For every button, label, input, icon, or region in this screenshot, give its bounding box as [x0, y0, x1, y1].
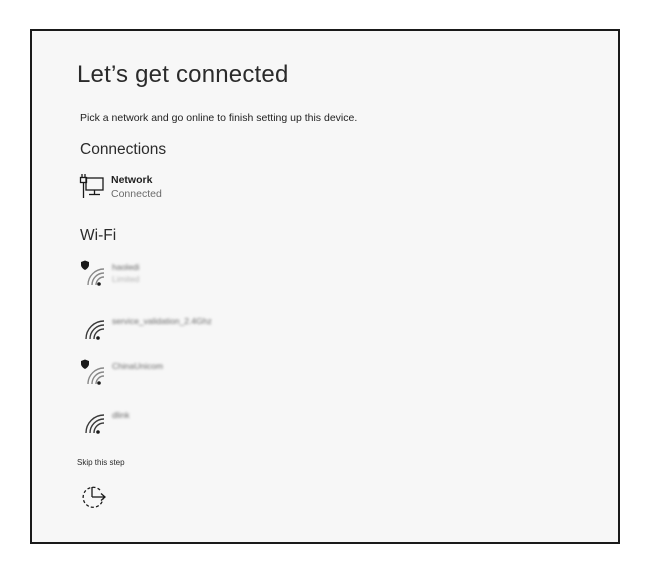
wifi-network-item[interactable]: dlink: [78, 406, 398, 440]
wifi-secured-icon: [81, 260, 105, 286]
skip-step-link[interactable]: Skip this step: [77, 458, 125, 467]
wifi-network-item[interactable]: service_validation_2.4Ghz: [78, 312, 398, 346]
wifi-ssid: ChinaUnicom: [112, 361, 164, 371]
connections-heading: Connections: [80, 141, 167, 158]
wifi-ssid: service_validation_2.4Ghz: [112, 316, 212, 326]
wifi-status: Limited: [112, 274, 140, 284]
page-subtitle: Pick a network and go online to finish s…: [80, 112, 358, 124]
wifi-heading: Wi-Fi: [80, 227, 117, 244]
wifi-secured-icon: [81, 359, 105, 385]
wifi-ssid: dlink: [112, 410, 130, 420]
wifi-network-item[interactable]: ChinaUnicom: [78, 357, 398, 391]
network-connection-item[interactable]: Network Connected: [78, 171, 378, 205]
wifi-ssid: haoledi: [112, 262, 140, 272]
wired-network-icon: [79, 174, 104, 198]
network-name: Network: [111, 174, 153, 186]
wifi-icon: [85, 414, 105, 434]
wifi-icon: [85, 320, 105, 340]
wifi-network-item[interactable]: haoledi Limited: [78, 258, 398, 292]
page-title: Let’s get connected: [77, 61, 289, 88]
setup-window: Let’s get connected Pick a network and g…: [30, 29, 620, 544]
skip-clock-arrow-icon[interactable]: [79, 482, 109, 512]
network-status: Connected: [111, 188, 162, 200]
